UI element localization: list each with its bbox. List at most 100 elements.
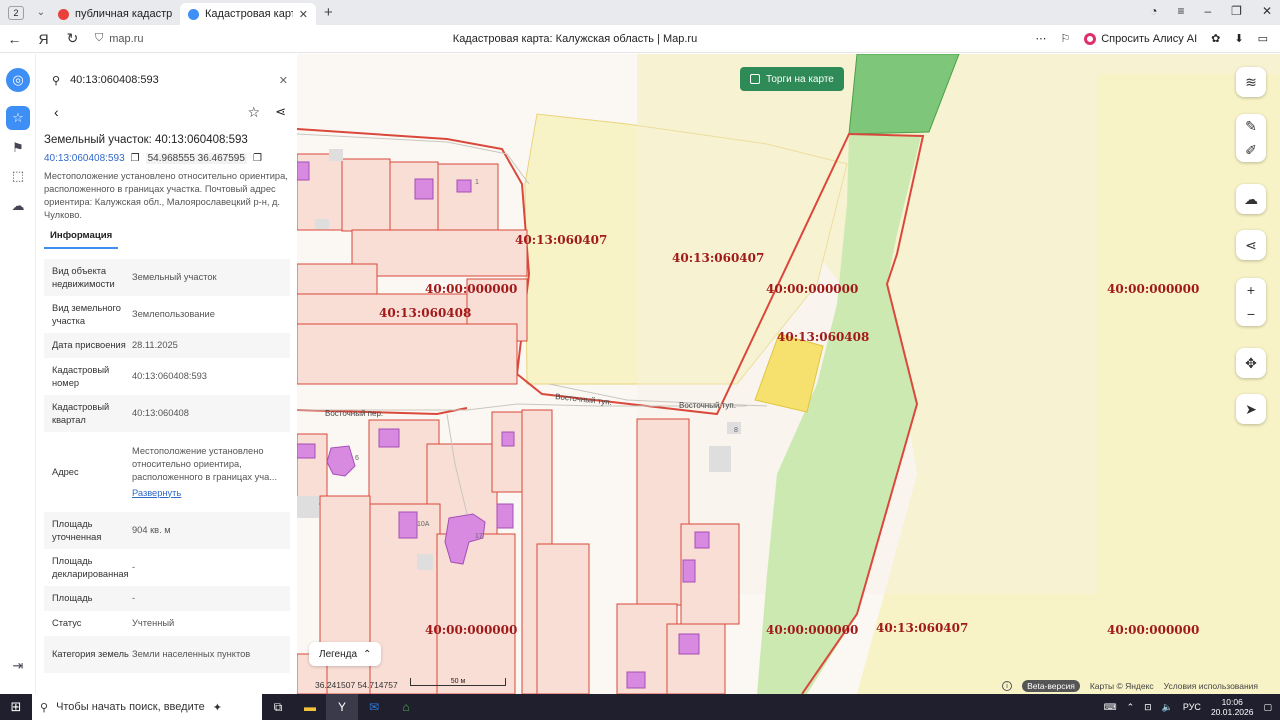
cadastral-label: 40:00:000000: [766, 623, 858, 637]
favorite-star-icon[interactable]: ☆: [247, 104, 260, 121]
coordinates-text: 54.968555 36.467595: [145, 153, 247, 164]
property-key: Дата присвоения: [52, 340, 126, 350]
property-value-text: 28.11.2025: [132, 340, 178, 350]
property-key: Площадь уточненная: [52, 518, 102, 542]
tab-title: Кадастровая карта: Ка: [205, 8, 293, 20]
taskbar-search-input[interactable]: ⚲ Чтобы начать поиск, введите ✦: [32, 694, 262, 720]
app-logo-icon[interactable]: ◎: [6, 68, 30, 92]
property-value: 40:13:060408:593: [132, 358, 290, 395]
search-input[interactable]: ⚲ 40:13:060408:593 ✕: [44, 68, 290, 92]
property-row: Дата присвоения 28.11.2025: [44, 333, 290, 358]
mapru-favicon-icon: [188, 8, 199, 20]
property-value: -: [132, 549, 290, 586]
tab-count-badge[interactable]: 2: [8, 5, 24, 20]
alice-label: Спросить Алису AI: [1101, 32, 1198, 45]
legend-button[interactable]: Легенда ⌃: [309, 642, 382, 666]
cadastral-id-link[interactable]: 40:13:060408:593: [44, 153, 125, 164]
clock-date: 20.01.2026: [1210, 707, 1254, 717]
copy-coords-icon[interactable]: ❐: [253, 153, 262, 164]
zoom-in-icon[interactable]: +: [1236, 278, 1266, 302]
property-value: Земельный участок: [132, 259, 290, 296]
app-rail: ◎ ☆ ⚑ ⬚ ☁ ⇥: [0, 54, 36, 694]
outlook-icon[interactable]: ✉: [358, 694, 390, 720]
url-text: map.ru: [109, 32, 144, 45]
layers-icon[interactable]: ≋: [1236, 67, 1266, 97]
file-explorer-icon[interactable]: ▬: [294, 694, 326, 720]
ask-alice-button[interactable]: Спросить Алису AI: [1084, 32, 1198, 45]
street-label: Восточный туп.: [679, 401, 736, 410]
more-icon[interactable]: ⋯: [1035, 32, 1046, 45]
chevron-down-icon[interactable]: ⌄: [32, 7, 50, 18]
yandex-home-icon[interactable]: Я: [29, 31, 58, 47]
minimize-icon[interactable]: –: [1204, 4, 1211, 18]
ruler-icon[interactable]: ✎: [1236, 114, 1266, 138]
parcel-title: Земельный участок: 40:13:060408:593: [44, 134, 248, 146]
tab-information[interactable]: Информация: [44, 230, 119, 249]
yandex-browser-icon[interactable]: Y: [326, 694, 358, 720]
back-arrow-icon[interactable]: ←: [0, 31, 29, 47]
login-icon[interactable]: ⇥: [6, 654, 30, 678]
extension-icon[interactable]: ✿: [1211, 32, 1220, 45]
property-row: Кадастровый номер 40:13:060408:593: [44, 358, 290, 395]
home-app-icon[interactable]: ⌂: [390, 694, 422, 720]
draw-icon[interactable]: ✐: [1236, 138, 1266, 162]
reload-icon[interactable]: ↻: [58, 30, 87, 47]
copy-icon[interactable]: ❐: [131, 153, 140, 164]
bookmark-icon[interactable]: ⚐: [1060, 32, 1070, 45]
cloud-upload-icon[interactable]: ☁: [1236, 184, 1266, 214]
menu-icon[interactable]: ≡: [1177, 4, 1184, 18]
search-icon: ⚲: [52, 74, 61, 87]
property-value-text: Местоположение установлено относительно …: [132, 445, 278, 482]
page-title: Кадастровая карта: Калужская область | M…: [452, 32, 698, 45]
download-icon[interactable]: ⬇: [1234, 32, 1243, 45]
cadastral-label: 40:13:060407: [515, 233, 607, 247]
pan-icon[interactable]: ✥: [1236, 348, 1266, 378]
chevron-up-icon[interactable]: ⌃: [1127, 702, 1135, 713]
share-icon[interactable]: ⋖: [275, 104, 286, 120]
back-chevron-icon[interactable]: ‹: [54, 104, 59, 120]
properties-table: Вид объекта недвижимости Земельный участо…: [44, 259, 290, 673]
zoom-out-icon[interactable]: −: [1236, 302, 1266, 326]
cloud-icon[interactable]: ☁: [6, 194, 30, 218]
property-key: Вид земельного участка: [52, 302, 121, 326]
security-shield-icon: ⛉: [95, 32, 104, 44]
parcel-description: Местоположение установлено относительно …: [44, 171, 288, 220]
house-number: 8: [734, 427, 738, 434]
terms-link[interactable]: Условия использования: [1164, 681, 1258, 691]
select-area-icon[interactable]: ⬚: [6, 164, 30, 188]
sidebar-toggle-icon[interactable]: ▭: [1258, 32, 1268, 45]
profile-icon[interactable]: ◔: [1150, 4, 1157, 18]
close-tab-icon[interactable]: ✕: [299, 8, 308, 21]
task-view-icon[interactable]: ⧉: [262, 694, 294, 720]
share-map-icon[interactable]: ⋖: [1236, 230, 1266, 260]
locate-icon[interactable]: ➤: [1236, 394, 1266, 424]
cursor-coordinates: 36.241507 54.714757: [315, 680, 398, 690]
restore-icon[interactable]: ❐: [1231, 4, 1242, 18]
cadastral-map[interactable]: 40:13:060407 40:13:060407 40:00:000000 40:0…: [297, 54, 1280, 694]
measure-tools: ✎ ✐: [1236, 114, 1266, 162]
tab-public-cadastral[interactable]: публичная кадастровая к: [50, 3, 180, 25]
info-icon[interactable]: i: [1002, 681, 1013, 691]
tab-title: публичная кадастровая к: [75, 8, 172, 20]
volume-icon[interactable]: 🔈: [1162, 702, 1173, 713]
tab-cadastral-map[interactable]: Кадастровая карта: Ка ✕: [180, 3, 316, 25]
attribution-text[interactable]: Карты © Яндекс: [1090, 681, 1154, 691]
clock[interactable]: 10:06 20.01.2026: [1211, 697, 1254, 717]
flag-icon[interactable]: ⚑: [6, 136, 30, 160]
clear-search-icon[interactable]: ✕: [279, 74, 288, 87]
keyboard-icon[interactable]: ⌨: [1104, 702, 1117, 713]
language-indicator[interactable]: РУС: [1183, 702, 1201, 712]
new-tab-button[interactable]: +: [324, 4, 333, 21]
favorites-star-icon[interactable]: ☆: [6, 106, 30, 130]
windows-start-icon[interactable]: ⊞: [0, 699, 32, 715]
scale-bar: 50 м: [410, 678, 506, 686]
taskbar-search-placeholder: Чтобы начать поиск, введите: [56, 701, 205, 713]
expand-link[interactable]: Развернуть: [132, 487, 290, 500]
url-field[interactable]: ⛉ map.ru: [95, 32, 144, 45]
network-icon[interactable]: ⊡: [1144, 702, 1152, 713]
auction-toggle-button[interactable]: Торги на карте: [740, 67, 844, 91]
notifications-icon[interactable]: ▢: [1263, 702, 1272, 713]
property-row: Статус Учтенный: [44, 611, 290, 636]
house-number: 10А: [417, 521, 430, 528]
close-window-icon[interactable]: ✕: [1262, 4, 1272, 18]
